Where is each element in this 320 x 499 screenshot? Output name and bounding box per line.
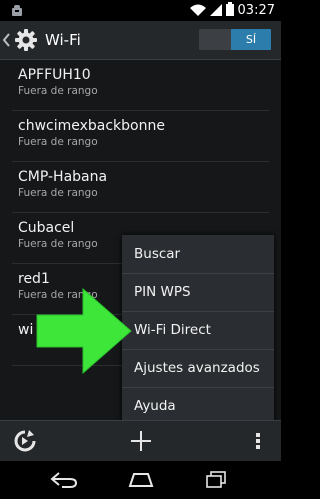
- network-ssid: red1: [18, 271, 50, 287]
- back-icon[interactable]: [39, 461, 89, 499]
- cell-signal-icon: [209, 1, 222, 20]
- menu-item-label: Ajustes avanzados: [134, 360, 260, 376]
- network-status: Fuera de rango: [18, 136, 98, 148]
- network-ssid: APFFUH10: [18, 67, 91, 83]
- overflow-menu-icon[interactable]: [247, 421, 269, 461]
- wifi-toggle[interactable]: SÍ: [199, 29, 271, 50]
- android-notification-icon: [10, 3, 24, 22]
- wifi-toggle-label: SÍ: [245, 33, 257, 46]
- menu-item-ajustes-avanzados[interactable]: Ajustes avanzados: [122, 349, 274, 388]
- overflow-menu: Buscar PIN WPS Wi-Fi Direct Ajustes avan…: [122, 235, 274, 425]
- network-list-item[interactable]: APFFUH10 Fuera de rango: [12, 60, 269, 111]
- up-caret-icon[interactable]: [2, 33, 12, 47]
- status-time: 03:27: [237, 3, 275, 18]
- network-status: Fuera de rango: [18, 187, 98, 199]
- network-status: Fuera de rango: [18, 238, 98, 250]
- network-ssid: chwcimexbackbonne: [18, 118, 165, 134]
- wifi-toggle-thumb: SÍ: [231, 29, 271, 50]
- network-list-item[interactable]: CMP-Habana Fuera de rango: [12, 162, 269, 213]
- menu-item-label: Wi-Fi Direct: [134, 322, 211, 338]
- menu-item-pin-wps[interactable]: PIN WPS: [122, 273, 274, 312]
- bottom-action-bar: [0, 420, 281, 461]
- wps-push-icon[interactable]: [8, 421, 42, 461]
- recents-icon[interactable]: [191, 461, 241, 499]
- page-title: Wi-Fi: [45, 31, 81, 49]
- network-list-item[interactable]: chwcimexbackbonne Fuera de rango: [12, 111, 269, 162]
- menu-item-label: Buscar: [134, 246, 181, 262]
- system-nav-bar: [0, 461, 281, 499]
- network-ssid: wi: [18, 322, 34, 338]
- home-icon[interactable]: [116, 461, 166, 499]
- network-ssid: Cubacel: [18, 220, 75, 236]
- menu-item-buscar[interactable]: Buscar: [122, 235, 274, 274]
- add-network-icon[interactable]: [124, 421, 158, 461]
- action-bar: Wi-Fi SÍ: [0, 21, 281, 60]
- menu-item-wifi-direct[interactable]: Wi-Fi Direct: [122, 311, 274, 350]
- wifi-signal-icon: [189, 1, 206, 20]
- menu-item-label: PIN WPS: [134, 284, 191, 300]
- network-ssid: CMP-Habana: [18, 169, 108, 185]
- menu-item-label: Ayuda: [134, 398, 176, 414]
- network-status: Fuera de rango: [18, 85, 98, 97]
- settings-gear-icon[interactable]: [14, 28, 38, 52]
- battery-icon: [225, 1, 234, 20]
- status-bar: 03:27: [0, 0, 281, 21]
- green-arrow-icon: [35, 287, 133, 375]
